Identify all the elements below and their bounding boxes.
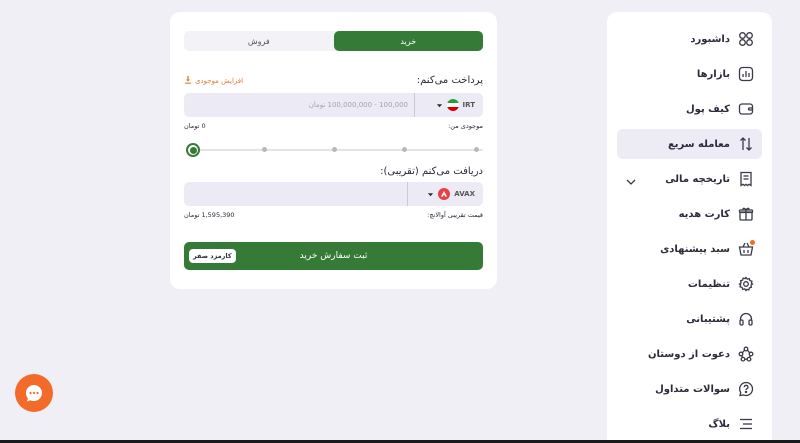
sidebar-item-dashboard[interactable]: داشبورد	[617, 24, 762, 54]
balance-value: 0 تومان	[184, 122, 206, 130]
sidebar-item-suggested-basket[interactable]: سبد پیشنهادی	[617, 234, 762, 264]
pay-currency-code: IRT	[462, 101, 475, 109]
avax-logo-icon	[438, 188, 451, 200]
amount-slider[interactable]	[184, 143, 483, 157]
pay-label: پرداخت می‌کنم:	[416, 75, 483, 86]
slider-mark-25[interactable]	[262, 147, 267, 152]
zero-fee-badge: کارمزد صفر	[189, 249, 236, 263]
submit-buy-order-button[interactable]: ثبت سفارش خرید کارمزد صفر	[184, 242, 483, 270]
chat-bubble-icon	[25, 384, 42, 402]
sidebar-item-quick-trade[interactable]: معامله سریع	[617, 129, 762, 159]
receive-label: دریافت می‌کنم (تقریبی):	[380, 166, 483, 177]
sidebar-item-label: داشبورد	[690, 33, 730, 45]
sidebar-item-label: سوالات متداول	[655, 383, 730, 395]
pay-currency-select[interactable]: IRT	[414, 93, 483, 117]
download-icon	[184, 75, 192, 86]
sidebar-item-support[interactable]: پشتیبانی	[617, 304, 762, 334]
chat-support-button[interactable]	[15, 374, 53, 412]
price-value: 1,595,390 تومان	[184, 211, 235, 219]
network-icon	[738, 346, 754, 362]
question-bubble-icon	[738, 381, 754, 397]
swap-arrows-icon	[738, 136, 754, 152]
slider-mark-100[interactable]	[474, 147, 479, 152]
receipt-icon	[738, 171, 754, 187]
receive-currency-select[interactable]: AVAX	[407, 182, 483, 206]
sidebar-item-label: سبد پیشنهادی	[660, 243, 730, 255]
price-row: قیمت تقریبی آوالانچ: 1,595,390 تومان	[184, 211, 483, 219]
sidebar-item-label: بلاگ	[708, 418, 730, 430]
sidebar-item-invite-friends[interactable]: دعوت از دوستان	[617, 339, 762, 369]
sidebar-item-label: کیف پول	[686, 103, 730, 115]
iran-flag-icon	[446, 99, 459, 111]
sidebar-item-faq[interactable]: سوالات متداول	[617, 374, 762, 404]
price-label: قیمت تقریبی آوالانچ:	[427, 211, 483, 219]
receive-amount-box: AVAX	[184, 182, 483, 206]
sidebar-item-wallet[interactable]: کیف پول	[617, 94, 762, 124]
balance-label: موجودی من:	[448, 122, 483, 130]
dashboard-icon	[738, 31, 754, 47]
sidebar-item-label: دعوت از دوستان	[648, 348, 730, 360]
caret-down-icon	[428, 192, 434, 196]
wallet-icon	[738, 101, 754, 117]
sidebar-item-label: معامله سریع	[667, 138, 730, 150]
gift-icon	[738, 206, 754, 222]
pay-amount-input[interactable]	[184, 93, 414, 117]
sidebar-item-markets[interactable]: بازارها	[617, 59, 762, 89]
sidebar-item-gift-card[interactable]: کارت هدیه	[617, 199, 762, 229]
receive-currency-code: AVAX	[454, 190, 475, 198]
balance-row: موجودی من: 0 تومان	[184, 122, 483, 130]
receive-label-row: دریافت می‌کنم (تقریبی):	[184, 166, 483, 177]
sidebar-item-financial-history[interactable]: تاریخچه مالی	[617, 164, 762, 194]
sidebar-item-label: تاریخچه مالی	[665, 173, 730, 185]
tab-buy[interactable]: خرید	[333, 31, 483, 51]
sidebar-item-label: تنظیمات	[687, 278, 730, 290]
tab-sell[interactable]: فروش	[184, 31, 334, 51]
quick-trade-card: خرید فروش پرداخت می‌کنم: افزایش موجودی I…	[170, 12, 497, 289]
submit-label: ثبت سفارش خرید	[299, 251, 368, 261]
sidebar-item-label: پشتیبانی	[686, 313, 730, 325]
gear-icon	[738, 276, 754, 292]
slider-mark-50[interactable]	[332, 147, 337, 152]
sidebar-item-blog[interactable]: بلاگ	[617, 409, 762, 439]
caret-down-icon	[436, 103, 442, 107]
increase-balance-label: افزایش موجودی	[195, 76, 244, 85]
pay-amount-box: IRT	[184, 93, 483, 117]
receive-amount-input[interactable]	[184, 182, 407, 206]
trade-tabs: خرید فروش	[184, 31, 483, 51]
notification-dot	[750, 240, 755, 245]
sidebar-item-label: بازارها	[696, 68, 730, 80]
sidebar-item-settings[interactable]: تنظیمات	[617, 269, 762, 299]
increase-balance-link[interactable]: افزایش موجودی	[184, 75, 244, 86]
sidebar: داشبورد بازارها کیف پول معامله سریع تاری…	[607, 12, 772, 443]
list-icon	[738, 416, 754, 432]
slider-mark-75[interactable]	[402, 147, 407, 152]
slider-track	[192, 149, 483, 151]
markets-icon	[738, 66, 754, 82]
sidebar-item-label: کارت هدیه	[678, 208, 730, 220]
pay-label-row: پرداخت می‌کنم: افزایش موجودی	[184, 75, 483, 86]
headset-icon	[738, 311, 754, 327]
basket-icon	[738, 240, 755, 257]
chevron-down-icon[interactable]	[625, 173, 637, 185]
slider-thumb[interactable]	[186, 143, 200, 157]
